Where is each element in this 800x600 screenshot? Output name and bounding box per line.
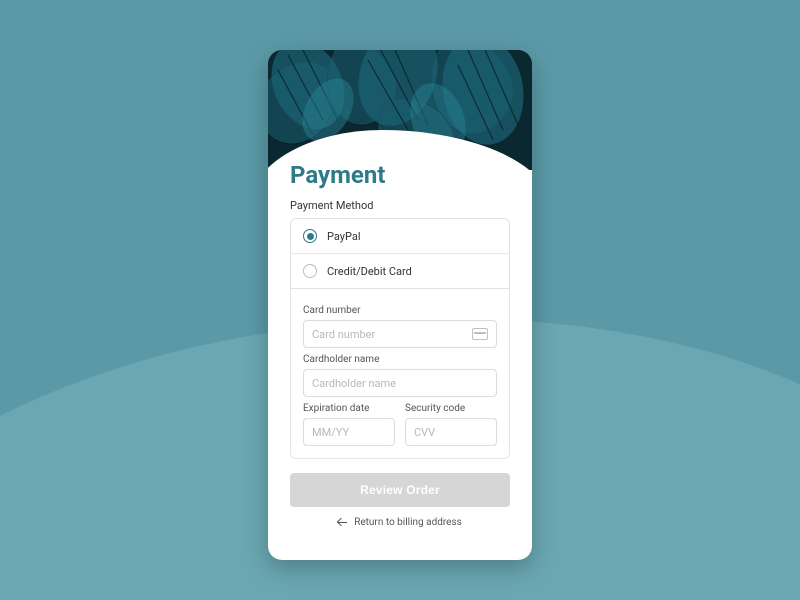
page-title: Payment <box>290 161 510 189</box>
review-order-button[interactable]: Review Order <box>290 473 510 507</box>
radio-selected-icon <box>303 229 317 243</box>
payment-method-label: Payment Method <box>290 199 510 212</box>
hero-image <box>268 50 532 170</box>
option-credit-card[interactable]: Credit/Debit Card <box>291 254 509 288</box>
option-label: Credit/Debit Card <box>327 265 412 278</box>
card-number-label: Card number <box>303 305 497 316</box>
placeholder-text: Card number <box>312 328 375 341</box>
arrow-left-icon <box>338 518 348 528</box>
cardholder-label: Cardholder name <box>303 354 497 365</box>
return-link-label: Return to billing address <box>354 517 462 528</box>
option-label: PayPal <box>327 230 361 243</box>
return-link[interactable]: Return to billing address <box>290 517 510 528</box>
option-paypal[interactable]: PayPal <box>291 219 509 253</box>
payment-card: Payment Payment Method PayPal Credit/Deb… <box>268 50 532 560</box>
placeholder-text: MM/YY <box>312 426 349 439</box>
expiry-label: Expiration date <box>303 403 395 414</box>
cvv-input[interactable]: CVV <box>405 418 497 446</box>
radio-unselected-icon <box>303 264 317 278</box>
credit-card-icon <box>472 328 488 340</box>
cardholder-input[interactable]: Cardholder name <box>303 369 497 397</box>
payment-method-options: PayPal Credit/Debit Card <box>290 218 510 289</box>
card-form: Card number Card number Cardholder name … <box>290 289 510 459</box>
card-number-input[interactable]: Card number <box>303 320 497 348</box>
expiry-input[interactable]: MM/YY <box>303 418 395 446</box>
placeholder-text: CVV <box>414 426 435 439</box>
content: Payment Payment Method PayPal Credit/Deb… <box>268 155 532 560</box>
cvv-label: Security code <box>405 403 497 414</box>
placeholder-text: Cardholder name <box>312 377 396 390</box>
